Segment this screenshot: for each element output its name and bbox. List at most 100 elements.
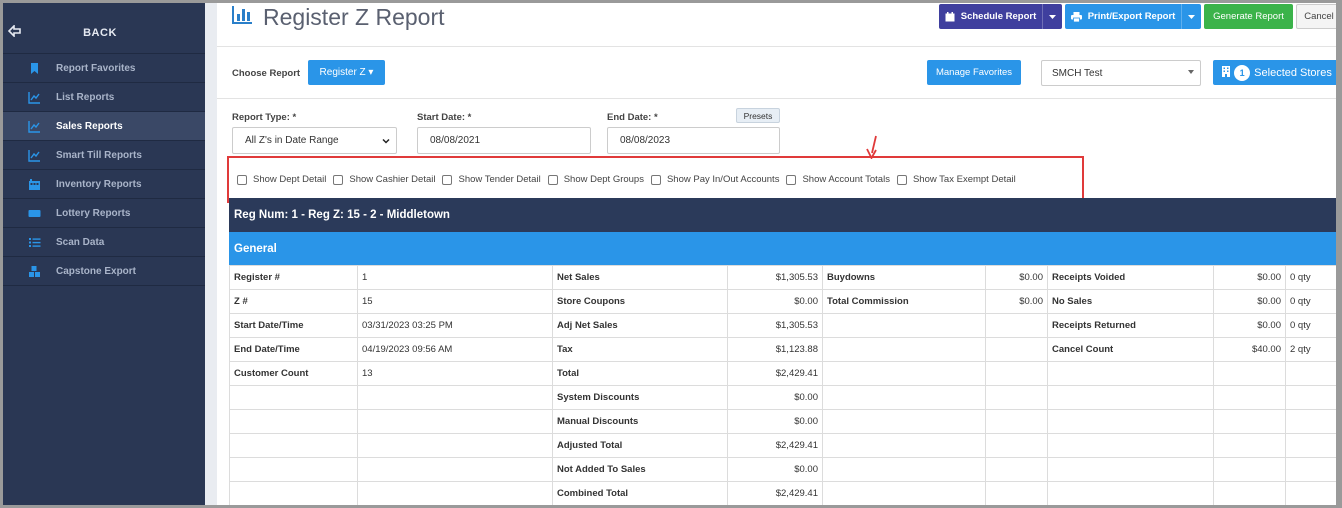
- checkbox-box[interactable]: [896, 174, 907, 185]
- table-cell: Register #: [229, 265, 358, 290]
- table-cell: [1285, 481, 1339, 505]
- checkbox-show-tax-exempt-detail[interactable]: Show Tax Exempt Detail: [896, 174, 1016, 185]
- checkbox-box[interactable]: [650, 174, 661, 185]
- table-cell: [1285, 385, 1339, 410]
- table-cell: [822, 481, 986, 505]
- end-date-input[interactable]: 08/08/2023: [607, 127, 780, 154]
- checkbox-show-pay-in-out-accounts[interactable]: Show Pay In/Out Accounts: [650, 174, 780, 185]
- app-frame: BACK Report Favorites List Reports Sales R…: [3, 3, 1339, 505]
- building-icon: [1222, 65, 1231, 80]
- checkbox-box[interactable]: [442, 174, 453, 185]
- register-z-dropdown-button[interactable]: Register Z ▾: [308, 60, 385, 85]
- sidebar-item-label: Lottery Reports: [56, 207, 131, 219]
- table-cell: Total Commission: [822, 289, 986, 314]
- checkbox-show-cashier-detail[interactable]: Show Cashier Detail: [333, 174, 435, 185]
- report-table: Register #1 Net Sales $1,305.53 Buydowns $0.…: [229, 265, 1339, 505]
- checkbox-label: Show Pay In/Out Accounts: [666, 174, 780, 185]
- table-cell: [985, 313, 1048, 338]
- table-cell: Store Coupons: [552, 289, 728, 314]
- table-row: Z #15 Store Coupons $0.00 Total Commission $…: [229, 289, 1339, 314]
- chevron-down-icon[interactable]: [1181, 4, 1201, 29]
- table-row: Start Date/Time 03/31/2023 03:25 PM Adj Ne…: [229, 313, 1339, 338]
- register-header: Reg Num: 1 - Reg Z: 15 - 2 - Middletown: [229, 198, 1339, 232]
- back-button[interactable]: BACK: [3, 3, 205, 54]
- sidebar-item-scan-data[interactable]: Scan Data: [3, 228, 205, 257]
- table-cell: 0 qty: [1285, 313, 1339, 338]
- sidebar-item-list-reports[interactable]: List Reports: [3, 83, 205, 112]
- table-cell: Tax: [552, 337, 728, 362]
- sidebar-item-inventory-reports[interactable]: Inventory Reports: [3, 170, 205, 199]
- checkbox-box[interactable]: [786, 174, 797, 185]
- table-cell: $0.00: [1213, 289, 1286, 314]
- start-date-value: 08/08/2021: [430, 135, 481, 146]
- checkbox-show-dept-detail[interactable]: Show Dept Detail: [237, 174, 326, 185]
- sidebar-item-label: Capstone Export: [56, 265, 137, 277]
- checkbox-show-account-totals[interactable]: Show Account Totals: [786, 174, 890, 185]
- cancel-button[interactable]: Cancel: [1296, 4, 1339, 29]
- chevron-down-icon[interactable]: [1042, 4, 1062, 29]
- main-content: Register Z Report Schedule Report Print/…: [217, 3, 1339, 505]
- table-cell: [822, 409, 986, 434]
- table-cell: [357, 481, 553, 505]
- table-cell: [985, 481, 1048, 505]
- table-cell: [1047, 457, 1214, 482]
- table-cell: [1047, 433, 1214, 458]
- end-date-value: 08/08/2023: [620, 135, 671, 146]
- table-cell: 0 qty: [1285, 265, 1339, 290]
- checkbox-label: Show Dept Groups: [563, 174, 644, 185]
- report-type-label: Report Type: *: [232, 112, 297, 123]
- sidebar-item-smart-till-reports[interactable]: Smart Till Reports: [3, 141, 205, 170]
- manage-favorites-button[interactable]: Manage Favorites: [927, 60, 1021, 85]
- inventory-icon: [28, 178, 41, 191]
- bar-chart-icon: [232, 6, 252, 24]
- ticket-icon: [28, 207, 41, 220]
- table-cell: [822, 433, 986, 458]
- checkbox-box[interactable]: [547, 174, 558, 185]
- sidebar-item-label: List Reports: [56, 91, 115, 103]
- table-cell: System Discounts: [552, 385, 728, 410]
- sidebar: BACK Report Favorites List Reports Sales R…: [3, 3, 205, 505]
- store-select[interactable]: SMCH Test: [1041, 60, 1201, 86]
- table-cell: $0.00: [1213, 265, 1286, 290]
- table-cell: End Date/Time: [229, 337, 358, 362]
- table-cell: [822, 361, 986, 386]
- end-date-label: End Date: *: [607, 112, 658, 123]
- table-cell: Not Added To Sales: [552, 457, 728, 482]
- checkbox-box[interactable]: [237, 174, 247, 185]
- table-cell: [985, 409, 1048, 434]
- table-cell: [1213, 457, 1286, 482]
- table-row: System Discounts $0.00: [229, 385, 1339, 410]
- start-date-input[interactable]: 08/08/2021: [417, 127, 591, 154]
- table-cell: $1,123.88: [727, 337, 823, 362]
- checkbox-box[interactable]: [333, 174, 344, 185]
- chevron-down-icon: [382, 138, 390, 144]
- schedule-report-button[interactable]: Schedule Report: [939, 4, 1062, 29]
- sidebar-item-sales-reports[interactable]: Sales Reports: [3, 112, 205, 141]
- sidebar-item-lottery-reports[interactable]: Lottery Reports: [3, 199, 205, 228]
- report-type-select[interactable]: All Z's in Date Range: [232, 127, 397, 154]
- printer-icon: [1070, 11, 1082, 22]
- list-icon: [28, 236, 41, 249]
- table-cell: $1,305.53: [727, 265, 823, 290]
- sidebar-item-label: Scan Data: [56, 236, 105, 248]
- bookmark-icon: [28, 62, 41, 75]
- generate-report-button[interactable]: Generate Report: [1204, 4, 1293, 29]
- checkbox-label: Show Cashier Detail: [349, 174, 436, 185]
- table-cell: 0 qty: [1285, 289, 1339, 314]
- table-cell: Adjusted Total: [552, 433, 728, 458]
- sidebar-item-report-favorites[interactable]: Report Favorites: [3, 54, 205, 83]
- caret-down-icon: [1188, 70, 1194, 74]
- checkbox-show-dept-groups[interactable]: Show Dept Groups: [547, 174, 644, 185]
- presets-button[interactable]: Presets: [736, 108, 780, 123]
- sidebar-item-capstone-export[interactable]: Capstone Export: [3, 257, 205, 286]
- table-cell: [1213, 481, 1286, 505]
- print-export-button[interactable]: Print/Export Report: [1065, 4, 1201, 29]
- checkbox-label: Show Account Totals: [802, 174, 890, 185]
- selected-stores-button[interactable]: 1 Selected Stores: [1213, 60, 1339, 85]
- table-cell: [822, 457, 986, 482]
- checkbox-show-tender-detail[interactable]: Show Tender Detail: [442, 174, 541, 185]
- table-cell: [357, 457, 553, 482]
- table-cell: [985, 385, 1048, 410]
- table-row: Not Added To Sales $0.00: [229, 457, 1339, 482]
- table-cell: [1285, 361, 1339, 386]
